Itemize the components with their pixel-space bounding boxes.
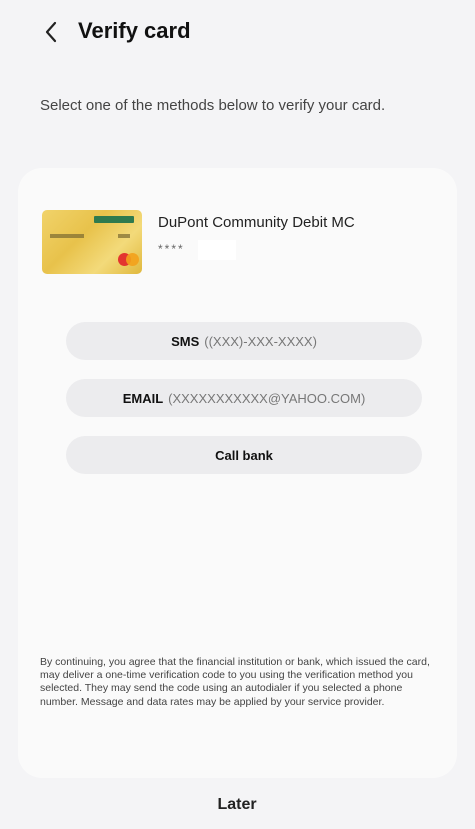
app-header: Verify card [0,0,475,70]
chevron-left-icon [45,21,57,43]
method-label: SMS [171,333,200,349]
call-bank-button[interactable]: Call bank [66,436,422,474]
email-method-button[interactable]: EMAIL (XXXXXXXXXXX@YAHOO.COM) [66,379,422,417]
method-value: ((XXX)-XXX-XXXX) [204,333,317,349]
card-number-redaction [198,240,236,260]
card-number: **** [158,242,185,256]
method-value: (XXXXXXXXXXX@YAHOO.COM) [168,390,366,406]
method-label: Call bank [215,447,273,463]
verification-panel: DuPont Community Debit MC **** SMS ((XXX… [18,168,457,778]
card-name: DuPont Community Debit MC [158,214,355,231]
later-button[interactable]: Later [187,796,287,822]
card-image [42,210,142,274]
method-label: EMAIL [122,390,164,406]
disclaimer-text: By continuing, you agree that the financ… [40,656,430,708]
page-title: Verify card [78,18,191,43]
card-print-mark [118,234,130,238]
back-button[interactable] [36,14,66,50]
card-print-mark [50,234,84,238]
instruction-text: Select one of the methods below to verif… [40,97,386,114]
mastercard-logo-icon [118,253,140,267]
bank-logo-icon [94,216,134,223]
sms-method-button[interactable]: SMS ((XXX)-XXX-XXXX) [66,322,422,360]
